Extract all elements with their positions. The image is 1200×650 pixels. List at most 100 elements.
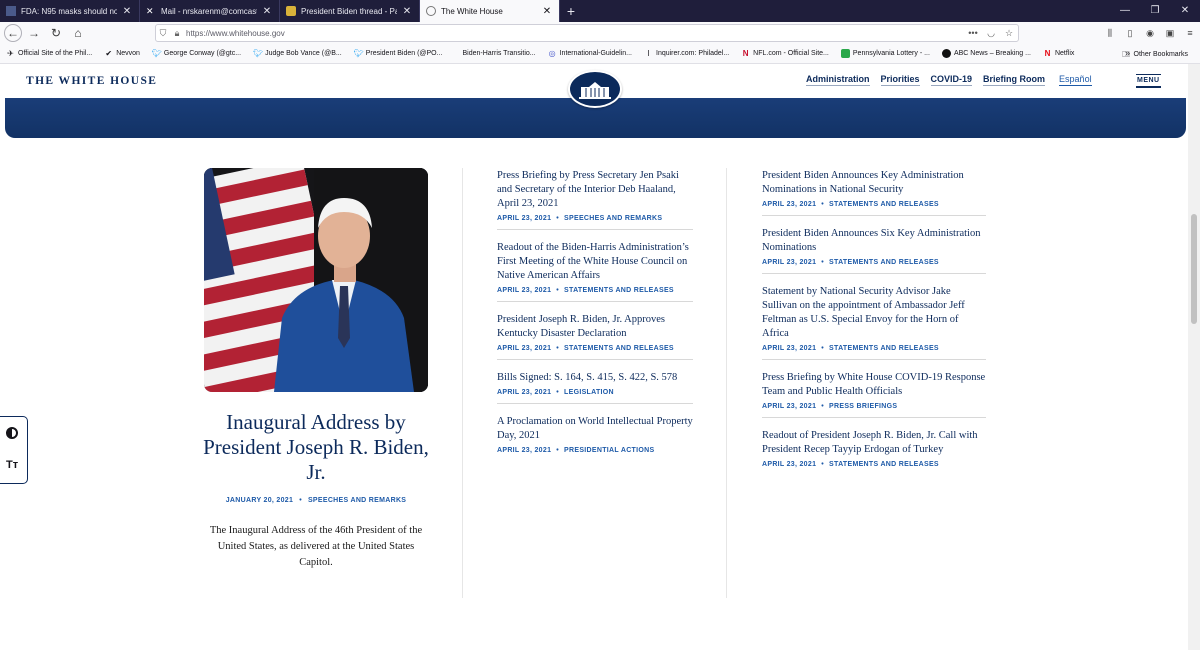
feature-category[interactable]: SPEECHES AND REMARKS	[308, 497, 406, 504]
bookmark-item[interactable]: N Netflix	[1037, 49, 1080, 58]
news-title[interactable]: President Biden Announces Six Key Admini…	[762, 227, 986, 255]
news-title[interactable]: Readout of President Joseph R. Biden, Jr…	[762, 429, 986, 457]
pocket-icon[interactable]: ◡	[982, 28, 1000, 39]
window-controls: — ❐ ✕	[1110, 0, 1200, 22]
news-meta: APRIL 23, 2021 • STATEMENTS AND RELEASES	[497, 345, 674, 352]
feature-meta: JANUARY 20, 2021 • SPEECHES AND REMARKS	[225, 497, 407, 504]
feature-title[interactable]: Inaugural Address by President Joseph R.…	[200, 410, 432, 485]
page-scrollbar[interactable]	[1188, 64, 1200, 650]
address-bar[interactable]: ⛉ 🔒︎ https://www.whitehouse.gov ••• ◡ ☆	[155, 24, 1019, 42]
accessibility-widget: Tт	[0, 416, 28, 484]
scrollbar-thumb[interactable]	[1191, 214, 1197, 324]
site-brand[interactable]: THE WHITE HOUSE	[26, 75, 157, 87]
news-title[interactable]: Statement by National Security Advisor J…	[762, 285, 986, 341]
more-actions-icon[interactable]: •••	[964, 28, 982, 38]
bookmark-item[interactable]: 🐦︎ President Biden (@PO...	[348, 49, 449, 58]
news-item: Statement by National Security Advisor J…	[762, 285, 986, 360]
feature-photo[interactable]	[204, 168, 428, 392]
other-bookmarks[interactable]: 🗀︎ Other Bookmarks	[1116, 44, 1194, 64]
news-title[interactable]: Readout of the Biden-Harris Administrati…	[497, 241, 693, 283]
news-meta: APRIL 23, 2021 • STATEMENTS AND RELEASES	[762, 461, 939, 468]
sidebar-icon[interactable]: ▯	[1120, 28, 1140, 39]
close-tab-icon[interactable]: ✕	[261, 6, 273, 17]
bookmark-item[interactable]: Biden-Harris Transitio...	[456, 50, 541, 57]
news-title[interactable]: Press Briefing by White House COVID-19 R…	[762, 371, 986, 399]
close-tab-icon[interactable]: ✕	[401, 6, 413, 17]
news-item: Bills Signed: S. 164, S. 415, S. 422, S.…	[497, 371, 693, 404]
library-icon[interactable]: ⫼	[1100, 28, 1120, 39]
close-window-icon[interactable]: ✕	[1170, 0, 1200, 22]
folder-icon: 🗀︎	[1122, 49, 1131, 59]
news-item: Readout of the Biden-Harris Administrati…	[497, 241, 693, 302]
news-meta: APRIL 23, 2021 • STATEMENTS AND RELEASES	[762, 345, 939, 352]
news-item: Readout of President Joseph R. Biden, Jr…	[762, 429, 986, 475]
text-size-icon[interactable]: Tт	[6, 459, 18, 471]
lottery-icon	[840, 49, 850, 58]
news-title[interactable]: Press Briefing by Press Secretary Jen Ps…	[497, 169, 693, 211]
star-bookmark-icon[interactable]: ☆	[1000, 28, 1018, 39]
news-column-right: President Biden Announces Key Administra…	[762, 169, 986, 486]
nav-covid-19[interactable]: COVID-19	[930, 74, 973, 86]
lock-icon[interactable]: 🔒︎	[170, 28, 184, 39]
bookmark-item[interactable]: ABC News – Breaking ...	[936, 49, 1037, 58]
bookmark-item[interactable]: Ɩ Inquirer.com: Philadel...	[638, 49, 735, 58]
news-column-middle: Press Briefing by Press Secretary Jen Ps…	[497, 169, 693, 472]
tab-title: President Biden thread - Page	[301, 6, 397, 16]
news-item: A Proclamation on World Intellectual Pro…	[497, 415, 693, 461]
globe-favicon-icon	[426, 6, 436, 16]
minimize-icon[interactable]: —	[1110, 0, 1140, 22]
news-title[interactable]: A Proclamation on World Intellectual Pro…	[497, 415, 693, 443]
mail-favicon-icon: ✕	[146, 6, 154, 16]
browser-tab[interactable]: ✕ Mail - nrskarenm@comcast.ne ✕	[140, 0, 280, 22]
bookmark-item[interactable]: ✈ Official Site of the Phil...	[0, 49, 98, 58]
reload-icon[interactable]: ↻	[46, 23, 66, 43]
browser-tab[interactable]: FDA: N95 masks should no lon ✕	[0, 0, 140, 22]
fda-favicon-icon	[6, 6, 16, 16]
bookmark-favicon-icon: ✔	[105, 49, 113, 58]
bookmark-item[interactable]: 🐦︎ Judge Bob Vance (@B...	[247, 49, 348, 58]
back-arrow-icon[interactable]: ←	[4, 24, 22, 42]
url-text[interactable]: https://www.whitehouse.gov	[184, 29, 964, 38]
shield-icon[interactable]: ⛉	[156, 28, 170, 39]
bookmark-favicon-icon: ✈	[7, 49, 14, 58]
news-title[interactable]: Bills Signed: S. 164, S. 415, S. 422, S.…	[497, 371, 693, 385]
nav-administration[interactable]: Administration	[806, 74, 870, 86]
twitter-icon: 🐦︎	[253, 49, 264, 58]
home-icon[interactable]: ⌂	[68, 23, 88, 43]
hamburger-menu-icon[interactable]: ≡	[1180, 28, 1200, 38]
contrast-toggle-icon[interactable]	[6, 427, 18, 439]
news-title[interactable]: President Joseph R. Biden, Jr. Approves …	[497, 313, 693, 341]
extension-icon[interactable]: ▣	[1160, 28, 1180, 39]
news-item: Press Briefing by White House COVID-19 R…	[762, 371, 986, 418]
news-title[interactable]: President Biden Announces Key Administra…	[762, 169, 986, 197]
bookmark-item[interactable]: ✔ Nevvon	[98, 49, 146, 58]
bookmarks-bar: ✈ Official Site of the Phil... ✔ Nevvon 🐦︎…	[0, 44, 1200, 64]
browser-tab[interactable]: President Biden thread - Page ✕	[280, 0, 420, 22]
nfl-icon: N	[742, 49, 749, 58]
white-house-seal-icon[interactable]	[568, 70, 622, 108]
nav-espanol[interactable]: Español	[1059, 74, 1092, 86]
browser-nav-bar: ← → ↻ ⌂ ⛉ 🔒︎ https://www.whitehouse.gov …	[0, 22, 1200, 44]
tab-title: The White House	[441, 6, 503, 16]
nav-briefing-room[interactable]: Briefing Room	[983, 74, 1046, 86]
close-tab-icon[interactable]: ✕	[121, 6, 133, 17]
bookmark-item[interactable]: Pennsylvania Lottery - ...	[835, 49, 936, 58]
column-divider	[726, 168, 727, 598]
restore-icon[interactable]: ❐	[1140, 0, 1170, 22]
browser-tab-active[interactable]: The White House ✕	[420, 0, 560, 22]
forward-arrow-icon[interactable]: →	[24, 23, 44, 43]
bookmark-item[interactable]: ◎ International-Guidelin...	[542, 49, 638, 58]
news-item: President Biden Announces Six Key Admini…	[762, 227, 986, 274]
news-item: President Biden Announces Key Administra…	[762, 169, 986, 216]
bookmark-item[interactable]: 🐦︎ George Conway (@gtc...	[146, 49, 247, 58]
news-item: President Joseph R. Biden, Jr. Approves …	[497, 313, 693, 360]
bookmark-item[interactable]: N NFL.com - Official Site...	[735, 49, 835, 58]
close-tab-icon[interactable]: ✕	[541, 6, 553, 17]
inquirer-icon: Ɩ	[647, 49, 650, 58]
new-tab-icon[interactable]: +	[560, 0, 582, 22]
account-icon[interactable]: ◉	[1140, 28, 1160, 39]
feature-description: The Inaugural Address of the 46th Presid…	[209, 525, 423, 568]
news-meta: APRIL 23, 2021 • STATEMENTS AND RELEASES	[762, 201, 939, 208]
menu-button[interactable]: MENU	[1136, 74, 1161, 88]
nav-priorities[interactable]: Priorities	[880, 74, 920, 86]
